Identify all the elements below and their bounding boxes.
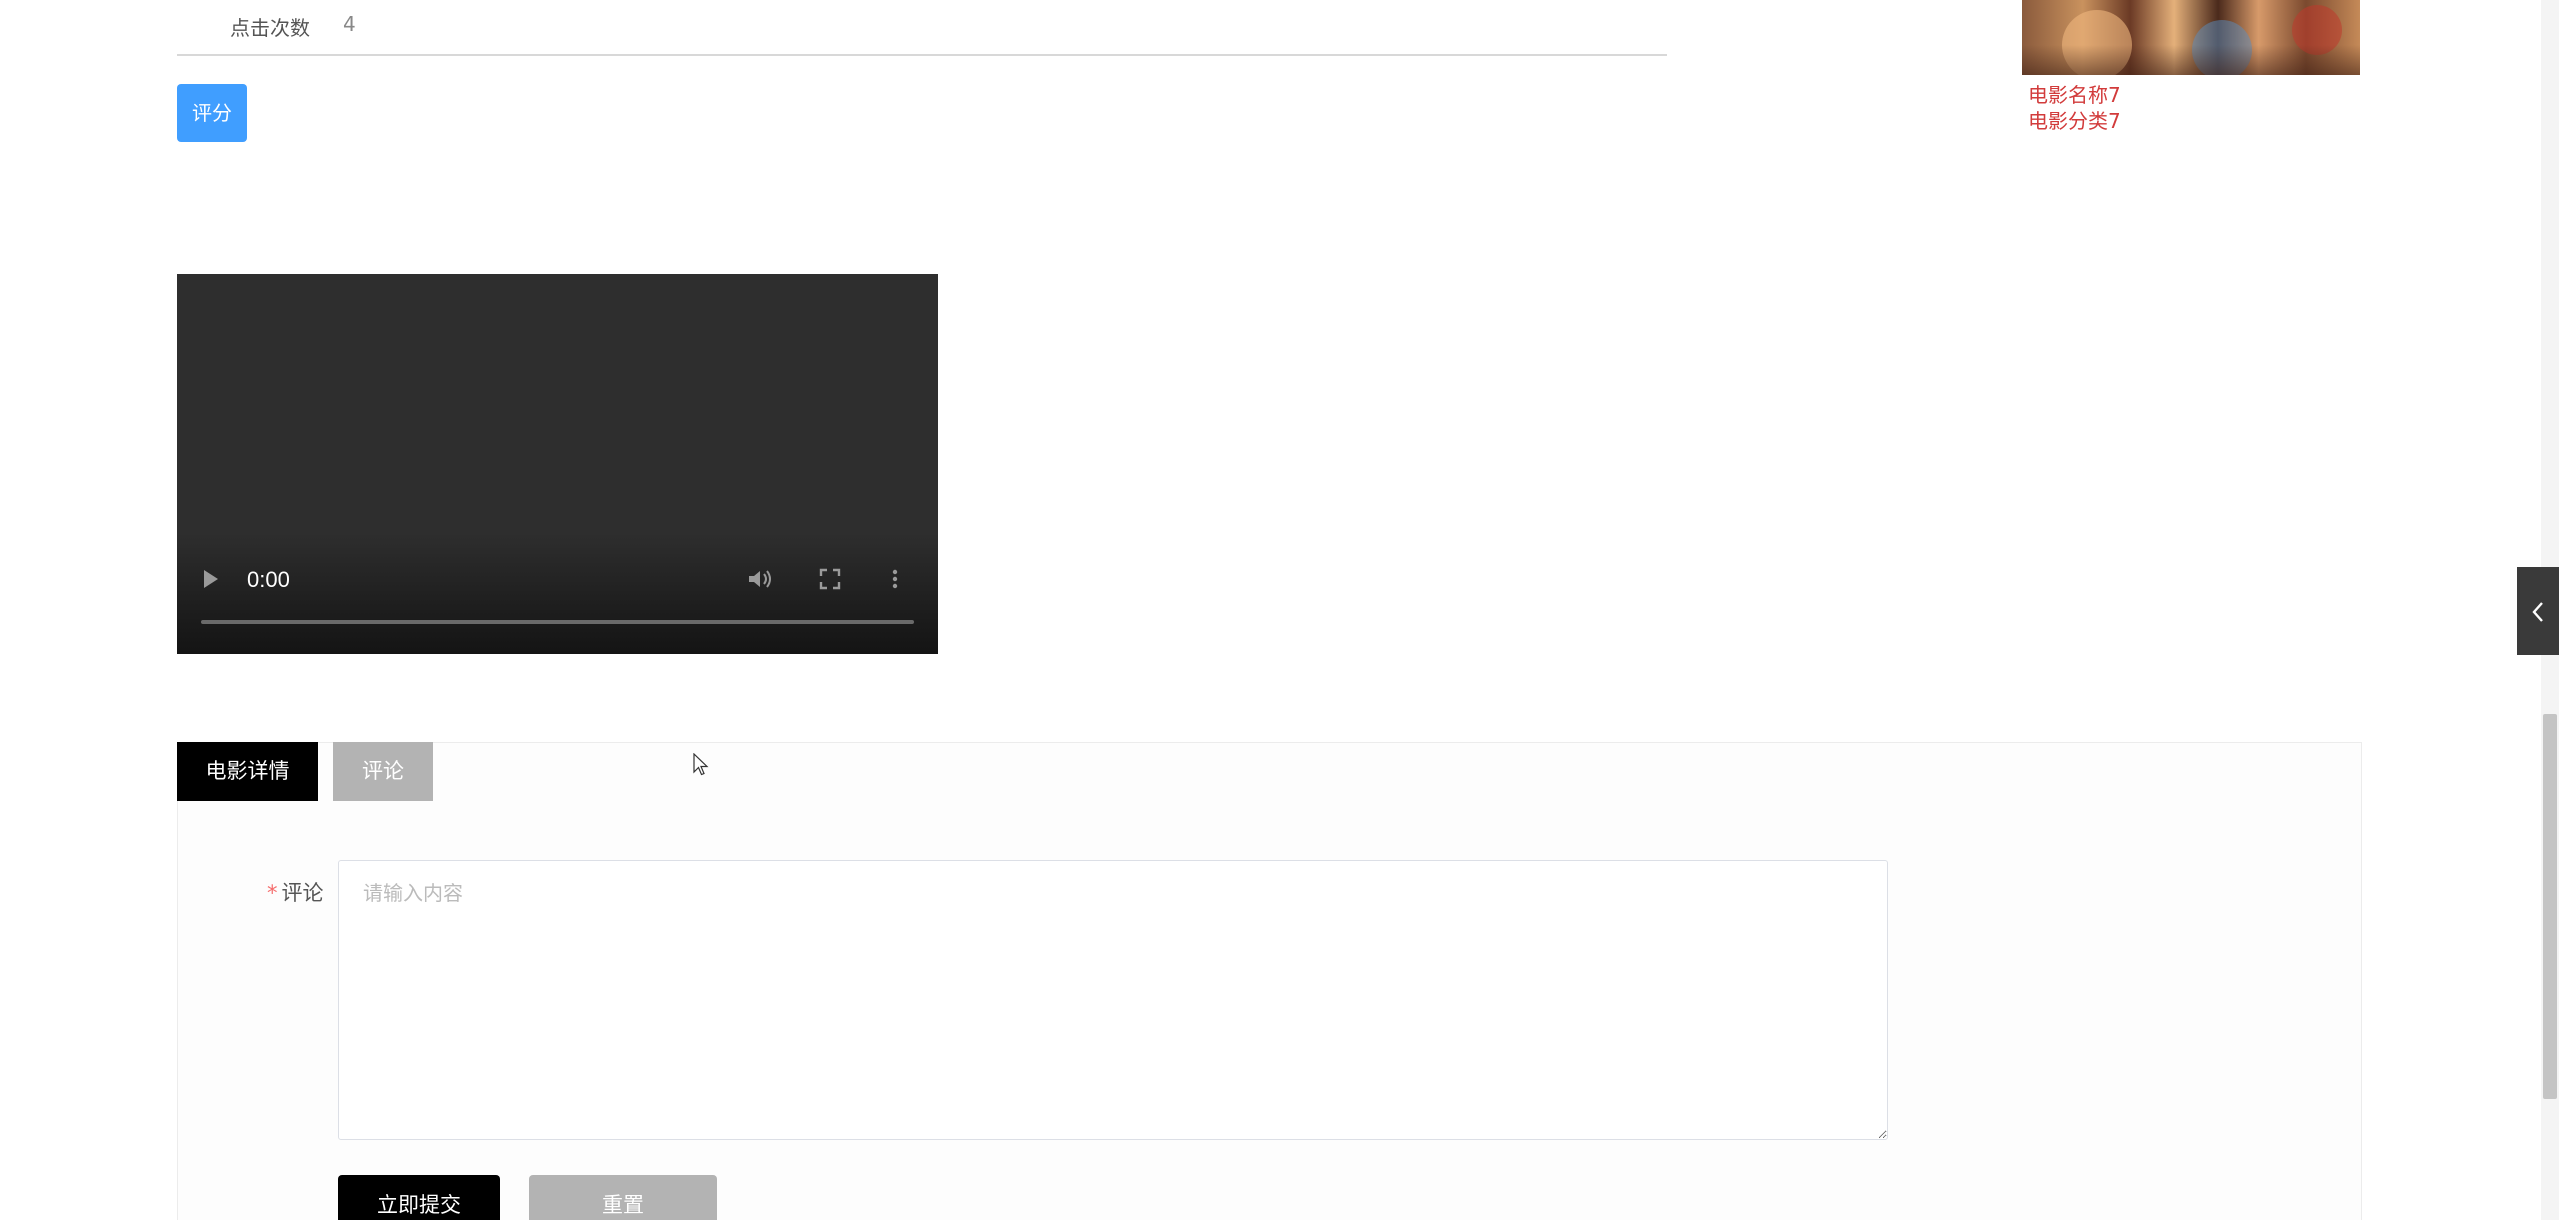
required-mark: * bbox=[267, 881, 278, 905]
comment-label-text: 评论 bbox=[281, 881, 324, 905]
movie-name-link[interactable]: 电影名称7 bbox=[2028, 79, 2121, 108]
rate-button[interactable]: 评分 bbox=[177, 84, 247, 142]
reset-button[interactable]: 重置 bbox=[529, 1175, 717, 1220]
side-panel-toggle[interactable] bbox=[2517, 567, 2559, 655]
volume-icon[interactable] bbox=[747, 568, 773, 596]
video-time: 0:00 bbox=[247, 567, 290, 592]
comment-label: * 评论 bbox=[267, 877, 324, 907]
movie-category-link[interactable]: 电影分类7 bbox=[2028, 105, 2121, 134]
movie-detail-page: 点击次数 4 评分 电影名称7 电影分类7 0:00 电影详情 评论 * 评论 … bbox=[0, 0, 2559, 1220]
fullscreen-icon[interactable] bbox=[819, 568, 841, 596]
scrollbar-thumb[interactable] bbox=[2543, 714, 2557, 1099]
more-icon[interactable] bbox=[891, 568, 899, 596]
video-progress-bar[interactable] bbox=[201, 620, 914, 624]
tab-comment[interactable]: 评论 bbox=[333, 742, 433, 801]
click-count-row: 点击次数 4 bbox=[230, 12, 356, 41]
tab-movie-detail[interactable]: 电影详情 bbox=[177, 742, 318, 801]
submit-button[interactable]: 立即提交 bbox=[338, 1175, 500, 1220]
mouse-cursor-icon bbox=[693, 753, 709, 776]
chevron-left-icon bbox=[2531, 593, 2545, 628]
thumbnail-shade bbox=[2022, 45, 2360, 75]
video-player[interactable]: 0:00 bbox=[177, 274, 938, 654]
click-count-label: 点击次数 bbox=[230, 16, 310, 40]
click-count-value: 4 bbox=[343, 12, 356, 36]
comment-textarea[interactable] bbox=[338, 860, 1888, 1140]
play-icon[interactable] bbox=[201, 568, 221, 596]
movie-thumbnail[interactable] bbox=[2022, 0, 2360, 75]
divider bbox=[177, 54, 1667, 56]
